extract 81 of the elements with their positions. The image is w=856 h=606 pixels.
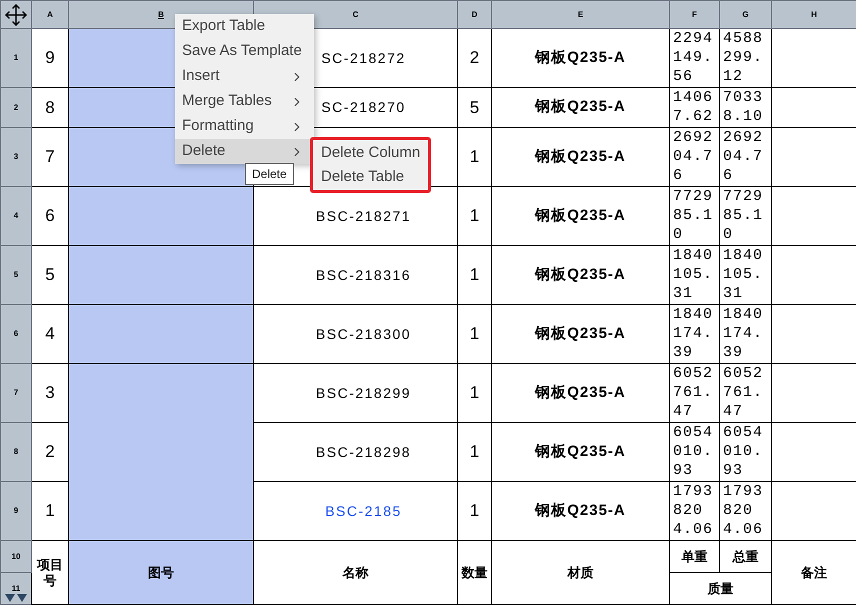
table-cell: 钢板Q235-A bbox=[492, 304, 670, 364]
table-cell: 1 bbox=[458, 304, 492, 364]
table-cell: 1840105.31 bbox=[720, 246, 772, 304]
table-cell: 2 bbox=[458, 28, 492, 88]
table-cell: 钢板Q235-A bbox=[492, 88, 670, 128]
table-cell: 4588299.12 bbox=[720, 28, 772, 88]
table-cell: 4 bbox=[32, 304, 68, 364]
row-number[interactable]: 2 bbox=[0, 88, 32, 128]
table-cell: 8 bbox=[32, 88, 68, 128]
table-cell: 1840174.39 bbox=[720, 304, 772, 364]
column-header[interactable]: D bbox=[458, 0, 492, 28]
column-header[interactable]: G bbox=[720, 0, 772, 28]
table-cell: 772985.10 bbox=[720, 186, 772, 246]
row-number[interactable]: 9 bbox=[0, 482, 32, 540]
row-number[interactable]: 10 bbox=[0, 540, 32, 572]
table-cell: BSC-218299 bbox=[254, 364, 458, 422]
table-cell: 6052761.47 bbox=[720, 364, 772, 422]
column-header[interactable]: E bbox=[492, 0, 670, 28]
table-cell: BSC-218300 bbox=[254, 304, 458, 364]
table-cell: 钢板Q235-A bbox=[492, 482, 670, 540]
table-cell: 6054010.93 bbox=[720, 422, 772, 482]
table-cell: 2294149.56 bbox=[670, 28, 720, 88]
column-header[interactable]: A bbox=[32, 0, 68, 28]
table-cell: 备注 bbox=[772, 540, 856, 604]
table-cell: BSC-2185 bbox=[254, 482, 458, 540]
row-number[interactable]: 7 bbox=[0, 364, 32, 422]
table-cell: 9 bbox=[32, 28, 68, 88]
table-cell: 钢板Q235-A bbox=[492, 364, 670, 422]
table-cell: 17938204.06 bbox=[670, 482, 720, 540]
table-cell: 名称 bbox=[254, 540, 458, 604]
row-number[interactable]: 5 bbox=[0, 246, 32, 304]
row-number[interactable]: 6 bbox=[0, 304, 32, 364]
table-cell: 1 bbox=[458, 364, 492, 422]
table-cell: 单重 bbox=[670, 540, 720, 572]
column-header[interactable]: H bbox=[772, 0, 856, 28]
table-cell: 1 bbox=[458, 186, 492, 246]
row-number[interactable]: 4 bbox=[0, 186, 32, 246]
table-cell: 6 bbox=[32, 186, 68, 246]
table-cell: 3 bbox=[32, 364, 68, 422]
menu-item[interactable]: Delete Column bbox=[313, 141, 428, 165]
table-cell: 772985.10 bbox=[670, 186, 720, 246]
table-cell: 钢板Q235-A bbox=[492, 186, 670, 246]
table-cell: 269204.76 bbox=[720, 128, 772, 186]
move-icon[interactable] bbox=[4, 2, 28, 26]
table-cell: 钢板Q235-A bbox=[492, 28, 670, 88]
table-cell: 14067.62 bbox=[670, 88, 720, 128]
table-cell: 质量 bbox=[670, 572, 772, 604]
table-cell: 钢板Q235-A bbox=[492, 128, 670, 186]
table-cell: 7 bbox=[32, 128, 68, 186]
table-cell: 1 bbox=[458, 128, 492, 186]
table-cell: 钢板Q235-A bbox=[492, 246, 670, 304]
table-cell: 269204.76 bbox=[670, 128, 720, 186]
column-header[interactable]: F bbox=[670, 0, 720, 28]
table-cell: 6052761.47 bbox=[670, 364, 720, 422]
table-cell: 总重 bbox=[720, 540, 772, 572]
table-cell: 1840105.31 bbox=[670, 246, 720, 304]
table-cell: 6054010.93 bbox=[670, 422, 720, 482]
table-cell: 图号 bbox=[68, 540, 254, 604]
table-cell: 5 bbox=[458, 88, 492, 128]
table-cell: 数量 bbox=[458, 540, 492, 604]
table-cell: 项目号 bbox=[32, 540, 68, 604]
table-cell: 1 bbox=[458, 422, 492, 482]
row-number[interactable]: 3 bbox=[0, 128, 32, 186]
table-cell: 70338.10 bbox=[720, 88, 772, 128]
table-cell: 17938204.06 bbox=[720, 482, 772, 540]
down-arrows-icon[interactable] bbox=[5, 594, 27, 602]
table-cell: 1840174.39 bbox=[670, 304, 720, 364]
table-cell: 1 bbox=[458, 482, 492, 540]
tooltip: Delete bbox=[245, 163, 294, 185]
menu-item[interactable]: Delete Table bbox=[313, 165, 428, 189]
table-cell: BSC-218298 bbox=[254, 422, 458, 482]
table-cell: BSC-218271 bbox=[254, 186, 458, 246]
table-cell: 材质 bbox=[492, 540, 670, 604]
table-cell: 5 bbox=[32, 246, 68, 304]
table-cell: BSC-218316 bbox=[254, 246, 458, 304]
table-cell: 1 bbox=[458, 246, 492, 304]
row-number[interactable]: 1 bbox=[0, 28, 32, 88]
row-number[interactable]: 8 bbox=[0, 422, 32, 482]
table-cell: 钢板Q235-A bbox=[492, 422, 670, 482]
table-cell: 1 bbox=[32, 482, 68, 540]
table-cell: 2 bbox=[32, 422, 68, 482]
